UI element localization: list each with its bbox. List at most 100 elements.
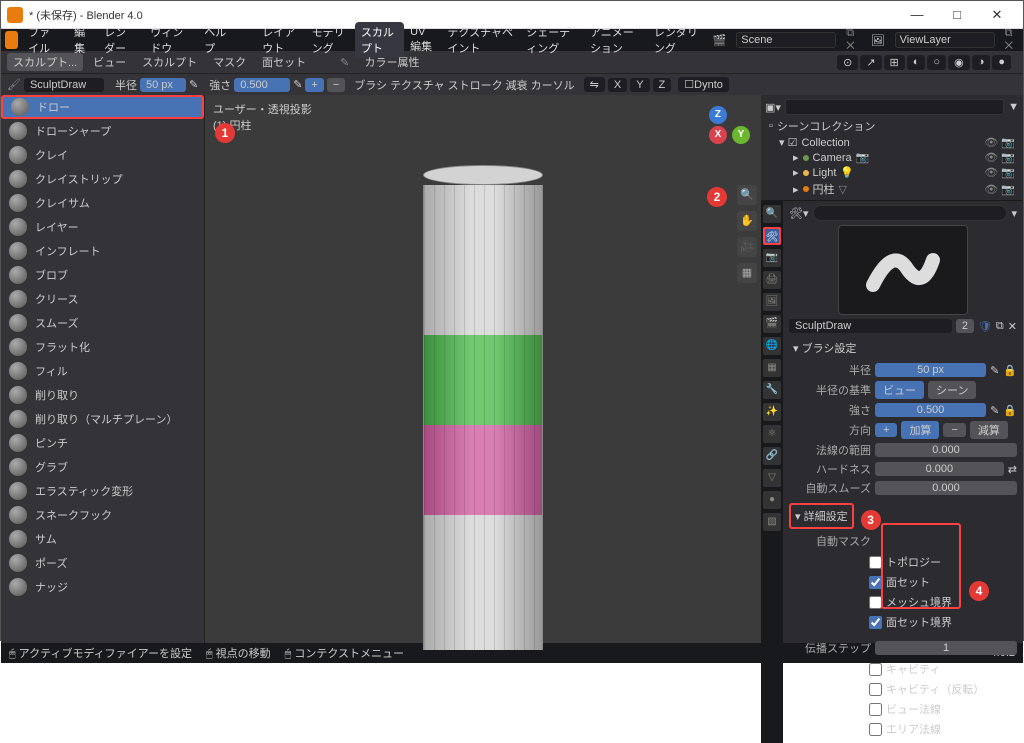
brush-tool-3[interactable]: クレイストリップ: [1, 167, 204, 191]
zoom-icon[interactable]: 🔍: [737, 185, 757, 205]
mirror-y[interactable]: Y: [630, 78, 649, 92]
hardness-extra-icon[interactable]: ⇄: [1008, 463, 1017, 476]
lock2-icon[interactable]: 🔒: [1003, 404, 1017, 417]
prop-object-icon[interactable]: ▦: [763, 359, 781, 377]
menu-faceset[interactable]: 面セット: [256, 53, 312, 71]
brush-tool-15[interactable]: グラブ: [1, 455, 204, 479]
collection-row[interactable]: ▾ ☑ Collection👁 📷: [765, 135, 1019, 150]
radius-value[interactable]: 50 px: [140, 78, 186, 92]
prop-view-icon[interactable]: 🖼: [763, 293, 781, 311]
scene-input[interactable]: [736, 32, 836, 48]
menu-sculpt[interactable]: スカルプト: [136, 53, 203, 71]
brush-tool-10[interactable]: フラット化: [1, 335, 204, 359]
tab-uv[interactable]: UV編集: [404, 24, 441, 56]
lock-icon[interactable]: 🔒: [1003, 364, 1017, 377]
brush-tool-7[interactable]: ブロブ: [1, 263, 204, 287]
dir-minus[interactable]: −: [943, 423, 965, 437]
xray-icon[interactable]: ◐: [907, 55, 926, 70]
prop-propag[interactable]: 1: [875, 641, 1017, 655]
close-button[interactable]: ✕: [977, 7, 1017, 23]
check-view-normal[interactable]: [869, 703, 882, 716]
prop-normal[interactable]: 0.000: [875, 443, 1017, 457]
falloff-menu[interactable]: 減衰: [506, 77, 528, 93]
prop-scene-icon[interactable]: 🎬: [763, 315, 781, 333]
prop-search-icon[interactable]: 🔍: [763, 205, 781, 223]
mirror-z[interactable]: Z: [653, 78, 672, 92]
unit-scene[interactable]: シーン: [928, 381, 976, 399]
shade2-icon[interactable]: ◉: [948, 55, 970, 70]
prop-mesh-icon[interactable]: ▽: [763, 469, 781, 487]
brush-tool-18[interactable]: サム: [1, 527, 204, 551]
brush-tool-14[interactable]: ピンチ: [1, 431, 204, 455]
automask-check-3[interactable]: [869, 616, 882, 629]
prop-modifier-icon[interactable]: 🔧: [763, 381, 781, 399]
dir-add-icon[interactable]: +: [305, 78, 323, 92]
prop-particle-icon[interactable]: ✨: [763, 403, 781, 421]
prop-search[interactable]: [813, 205, 1008, 221]
brush-tool-5[interactable]: レイヤー: [1, 215, 204, 239]
brush-settings-header[interactable]: ▾ ブラシ設定: [789, 337, 1017, 359]
brush-tool-4[interactable]: クレイサム: [1, 191, 204, 215]
overlay-icon[interactable]: ⊙: [837, 55, 858, 70]
brush-tool-2[interactable]: クレイ: [1, 143, 204, 167]
brush-tool-12[interactable]: 削り取り: [1, 383, 204, 407]
prop-world-icon[interactable]: 🌐: [763, 337, 781, 355]
texture-menu[interactable]: テクスチャ: [390, 77, 445, 93]
tab-rendering[interactable]: レンダリング: [648, 22, 705, 58]
brush-users[interactable]: 2: [956, 319, 974, 333]
shade1-icon[interactable]: ○: [927, 55, 946, 70]
tab-texpaint[interactable]: テクスチャペイント: [441, 22, 520, 58]
scene-extra-icon[interactable]: ⧉ ✕: [840, 25, 860, 55]
brush-tool-19[interactable]: ポーズ: [1, 551, 204, 575]
brush-tool-17[interactable]: スネークフック: [1, 503, 204, 527]
brush-tool-8[interactable]: クリース: [1, 287, 204, 311]
brush-tool-1[interactable]: ドローシャープ: [1, 119, 204, 143]
dir-sub-icon[interactable]: −: [327, 78, 345, 92]
stroke-menu[interactable]: ストローク: [448, 77, 503, 93]
minimize-button[interactable]: ―: [897, 7, 937, 22]
axis-x-icon[interactable]: X: [709, 126, 727, 144]
axis-y-icon[interactable]: Y: [732, 126, 750, 144]
axis-z-icon[interactable]: Z: [709, 106, 727, 124]
fake-user-icon[interactable]: 🛡: [978, 320, 992, 333]
prop-physics-icon[interactable]: ⚛: [763, 425, 781, 443]
prop-material-icon[interactable]: ●: [763, 491, 781, 509]
unit-view[interactable]: ビュー: [875, 381, 924, 399]
dir-sub-label[interactable]: 減算: [970, 421, 1008, 439]
brush-copy-icon[interactable]: ⧉: [996, 320, 1004, 333]
outliner-type-icon[interactable]: ▣▾: [765, 101, 781, 114]
brush-name[interactable]: SculptDraw: [24, 78, 104, 92]
prop-radius[interactable]: 50 px: [875, 363, 986, 377]
dir-plus[interactable]: +: [875, 423, 897, 437]
viewlayer-extra-icon[interactable]: ⧉ ✕: [999, 25, 1019, 55]
prop-output-icon[interactable]: 🖨: [763, 271, 781, 289]
brush-tool-13[interactable]: 削り取り（マルチプレーン）: [1, 407, 204, 431]
maximize-button[interactable]: □: [937, 7, 977, 22]
brush-tool-6[interactable]: インフレート: [1, 239, 204, 263]
prop-header-icon[interactable]: 🛠▾: [789, 207, 809, 220]
dir-add-label[interactable]: 加算: [901, 421, 939, 439]
check-cavity[interactable]: [869, 663, 882, 676]
outliner-camera[interactable]: ▸ Camera 📷👁 📷: [765, 150, 1019, 165]
prop-tool-icon[interactable]: 🛠: [763, 227, 781, 245]
prop-options-icon[interactable]: ▾: [1011, 207, 1017, 220]
mirror-x[interactable]: X: [608, 78, 627, 92]
mode-selector[interactable]: スカルプト...: [7, 53, 83, 71]
brush-tool-9[interactable]: スムーズ: [1, 311, 204, 335]
pressure-strength-icon[interactable]: ✎: [293, 78, 302, 91]
brush-tool-11[interactable]: フィル: [1, 359, 204, 383]
3d-viewport[interactable]: ユーザー・透視投影 (1) 円柱 1 Z X Y 🔍 ✋ 🎥 ▦ 2: [205, 95, 761, 643]
prop-hardness[interactable]: 0.000: [875, 462, 1004, 476]
color-attr-label[interactable]: ✎ カラー属性: [328, 53, 431, 71]
shade4-icon[interactable]: ●: [992, 55, 1011, 70]
filter-icon[interactable]: ▼: [1008, 101, 1019, 113]
pan-icon[interactable]: ✋: [737, 211, 757, 231]
persp-icon[interactable]: ▦: [737, 263, 757, 283]
tab-anim[interactable]: アニメーション: [584, 22, 648, 58]
brush-tool-16[interactable]: エラスティック変形: [1, 479, 204, 503]
advanced-header[interactable]: ▾ 詳細設定: [789, 503, 854, 529]
menu-view[interactable]: ビュー: [87, 53, 132, 71]
pressure2-icon[interactable]: ✎: [990, 404, 999, 417]
camera-icon[interactable]: 🎥: [737, 237, 757, 257]
gizmo-toggle-icon[interactable]: ↗: [860, 55, 881, 70]
